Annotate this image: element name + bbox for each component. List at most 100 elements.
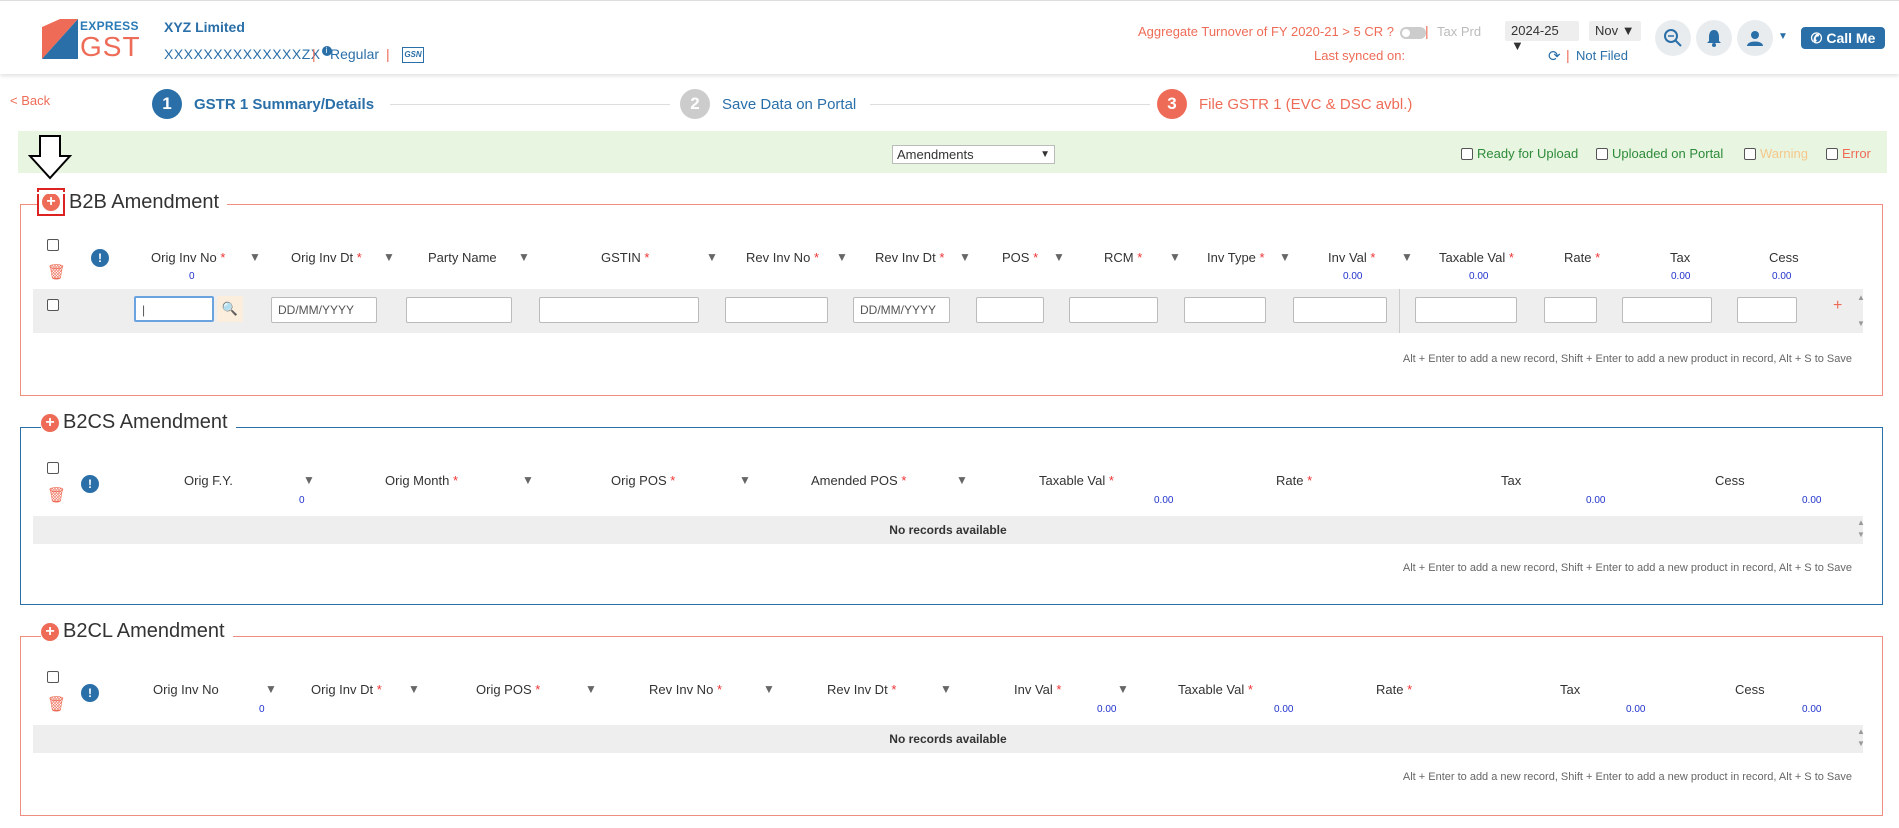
delete-icon[interactable]: 🗑 [47, 486, 66, 504]
col-cess[interactable]: Cess [1715, 473, 1745, 488]
filter-icon[interactable]: ▼ [956, 473, 968, 487]
filter-icon[interactable]: ▼ [1401, 250, 1413, 264]
add-row-icon[interactable]: + [1833, 297, 1842, 315]
col-taxable-val[interactable]: Taxable Val * [1039, 473, 1114, 488]
col-rate[interactable]: Rate * [1376, 682, 1412, 697]
caret-down-icon[interactable]: ▼ [1778, 31, 1788, 42]
gstin-input[interactable] [539, 297, 699, 323]
select-all-checkbox[interactable] [47, 462, 59, 474]
col-party-name[interactable]: Party Name [428, 250, 497, 265]
col-orig-fy[interactable]: Orig F.Y. [184, 473, 233, 488]
col-orig-inv-dt[interactable]: Orig Inv Dt * [291, 250, 362, 265]
inv-val-input[interactable] [1293, 297, 1387, 323]
col-orig-inv-no[interactable]: Orig Inv No * [151, 250, 225, 265]
col-taxable-val[interactable]: Taxable Val * [1178, 682, 1253, 697]
alert-icon[interactable]: ! [91, 249, 109, 267]
plus-icon[interactable]: + [41, 622, 59, 641]
col-pos[interactable]: POS * [1002, 250, 1038, 265]
col-taxable-val[interactable]: Taxable Val * [1439, 250, 1514, 265]
gsn-logo[interactable]: GSN [402, 47, 424, 63]
search-icon[interactable]: 🔍 [217, 296, 243, 322]
plus-icon[interactable]: + [41, 413, 59, 432]
notifications-button[interactable] [1696, 20, 1732, 56]
col-amended-pos[interactable]: Amended POS * [811, 473, 906, 488]
scroll-down-icon[interactable]: ▼ [1857, 530, 1865, 539]
scroll-up-icon[interactable]: ▲ [1857, 293, 1865, 302]
filter-icon[interactable]: ▼ [940, 682, 952, 696]
col-orig-inv-no[interactable]: Orig Inv No [153, 682, 219, 697]
col-rev-inv-dt[interactable]: Rev Inv Dt * [827, 682, 896, 697]
col-tax[interactable]: Tax [1560, 682, 1580, 697]
year-select[interactable]: 2024-25 ▼ [1505, 21, 1579, 53]
filter-icon[interactable]: ▼ [706, 250, 718, 264]
filter-icon[interactable]: ▼ [1117, 682, 1129, 696]
call-me-button[interactable]: ✆ Call Me [1801, 27, 1885, 49]
filter-icon[interactable]: ▼ [763, 682, 775, 696]
filter-icon[interactable]: ▼ [836, 250, 848, 264]
step-2[interactable]: 2 Save Data on Portal [680, 89, 856, 119]
checkbox[interactable] [1461, 147, 1473, 160]
delete-icon[interactable]: 🗑 [47, 695, 66, 713]
col-cess[interactable]: Cess [1769, 250, 1799, 265]
filter-icon[interactable]: ▼ [1279, 250, 1291, 264]
aggregate-toggle[interactable] [1399, 26, 1426, 39]
filter-icon[interactable]: ▼ [1053, 250, 1065, 264]
refresh-icon[interactable]: ⟳ [1548, 47, 1561, 65]
rcm-input[interactable] [1069, 297, 1158, 323]
legend-warning[interactable]: Warning [1744, 146, 1808, 161]
alert-icon[interactable]: ! [81, 684, 99, 702]
party-name-input[interactable] [406, 297, 512, 323]
tax-input[interactable] [1622, 297, 1712, 323]
col-rcm[interactable]: RCM * [1104, 250, 1142, 265]
col-inv-val[interactable]: Inv Val * [1328, 250, 1375, 265]
col-inv-type[interactable]: Inv Type * [1207, 250, 1265, 265]
legend-ready[interactable]: Ready for Upload [1461, 146, 1578, 161]
col-orig-inv-dt[interactable]: Orig Inv Dt * [311, 682, 382, 697]
legend-uploaded[interactable]: Uploaded on Portal [1596, 146, 1723, 161]
select-all-checkbox[interactable] [47, 239, 59, 251]
orig-inv-dt-input[interactable]: DD/MM/YYYY [271, 297, 377, 323]
col-rev-inv-dt[interactable]: Rev Inv Dt * [875, 250, 944, 265]
filter-icon[interactable]: ▼ [383, 250, 395, 264]
scroll-up-icon[interactable]: ▲ [1857, 518, 1865, 527]
taxable-val-input[interactable] [1415, 297, 1517, 323]
filter-icon[interactable]: ▼ [739, 473, 751, 487]
pos-input[interactable] [976, 297, 1044, 323]
col-gstin[interactable]: GSTIN * [601, 250, 649, 265]
inv-type-input[interactable] [1184, 297, 1266, 323]
col-rate[interactable]: Rate * [1564, 250, 1600, 265]
delete-icon[interactable]: 🗑 [47, 263, 66, 281]
col-orig-pos[interactable]: Orig POS * [611, 473, 675, 488]
scroll-down-icon[interactable]: ▼ [1857, 319, 1865, 328]
rev-inv-dt-input[interactable]: DD/MM/YYYY [853, 297, 950, 323]
col-tax[interactable]: Tax [1670, 250, 1690, 265]
col-tax[interactable]: Tax [1501, 473, 1521, 488]
search-button[interactable] [1655, 20, 1691, 56]
filter-icon[interactable]: ▼ [522, 473, 534, 487]
select-all-checkbox[interactable] [47, 671, 59, 683]
step-1[interactable]: 1 GSTR 1 Summary/Details [152, 89, 374, 119]
filter-icon[interactable]: ▼ [408, 682, 420, 696]
filter-icon[interactable]: ▼ [249, 250, 261, 264]
checkbox[interactable] [1826, 147, 1838, 160]
filter-icon[interactable]: ▼ [518, 250, 530, 264]
col-orig-month[interactable]: Orig Month * [385, 473, 458, 488]
scroll-up-icon[interactable]: ▲ [1857, 727, 1865, 736]
filter-icon[interactable]: ▼ [585, 682, 597, 696]
legend-error[interactable]: Error [1826, 146, 1871, 161]
cess-input[interactable] [1737, 297, 1797, 323]
scroll-down-icon[interactable]: ▼ [1857, 739, 1865, 748]
step-3[interactable]: 3 File GSTR 1 (EVC & DSC avbl.) [1157, 89, 1412, 119]
alert-icon[interactable]: ! [81, 475, 99, 493]
rev-inv-no-input[interactable] [725, 297, 828, 323]
rate-input[interactable] [1544, 297, 1597, 323]
row-checkbox[interactable] [47, 299, 59, 311]
col-rev-inv-no[interactable]: Rev Inv No * [746, 250, 819, 265]
filter-icon[interactable]: ▼ [1169, 250, 1181, 264]
orig-inv-no-input[interactable]: | [134, 296, 214, 322]
back-link[interactable]: < Back [10, 93, 50, 108]
month-select[interactable]: Nov ▼ [1589, 21, 1641, 41]
section-type-select[interactable]: Amendments ▼ [892, 145, 1055, 164]
checkbox[interactable] [1596, 147, 1608, 160]
user-button[interactable] [1737, 20, 1773, 56]
